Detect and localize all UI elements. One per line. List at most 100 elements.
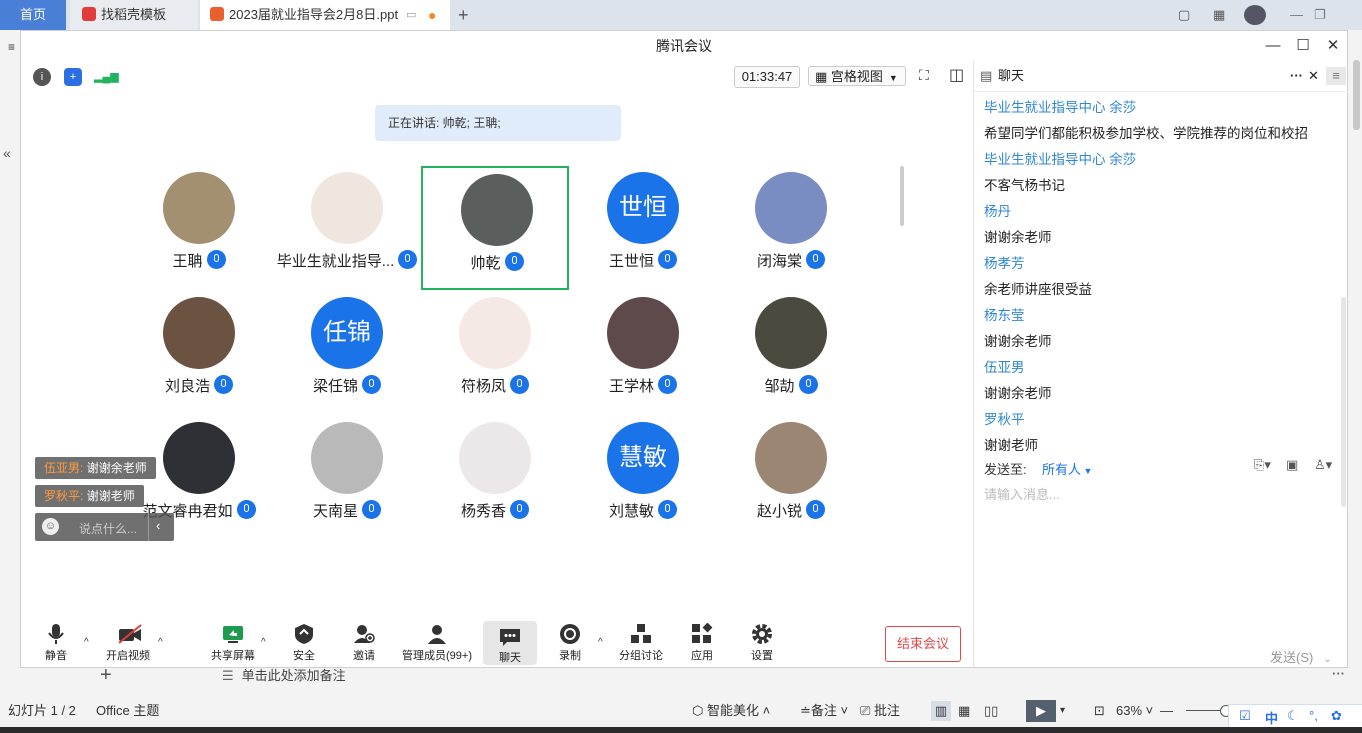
ime-lang[interactable]: 中 [1265, 708, 1278, 727]
zoom-out-icon[interactable]: — [1160, 696, 1173, 726]
chat-message-text: 希望同学们都能积极参加学校、学院推荐的岗位和校招 [984, 126, 1308, 141]
participant-tile[interactable]: 邹劼 [717, 291, 865, 415]
apps-icon [691, 622, 713, 645]
manage-members-button[interactable]: 管理成员(99+) [399, 623, 475, 669]
unsaved-dot-icon: ● [428, 7, 437, 23]
security-button[interactable]: 安全 [289, 623, 319, 669]
tab-ppt[interactable]: 2023届就业指导会2月8日.ppt ▭ ● [200, 0, 450, 30]
video-button[interactable]: 开启视频 [105, 623, 151, 669]
fit-icon[interactable]: ⊡ [1094, 696, 1105, 726]
share-options-caret[interactable]: ^ [261, 637, 266, 648]
more-icon[interactable]: ··· [1290, 61, 1303, 91]
quick-chat-input[interactable]: ☺ 说点什么... ‹ [35, 513, 174, 541]
meeting-minimize-icon[interactable]: — [1258, 31, 1288, 61]
members-icon [426, 623, 448, 645]
float-chat-text: 谢谢余老师 [86, 461, 147, 475]
reading-view-icon[interactable]: ▯▯ [984, 696, 998, 726]
chevron-left-icon[interactable]: ‹ [156, 518, 160, 533]
announce-icon[interactable]: ▣ [1286, 457, 1298, 473]
notes-button[interactable]: ≐备注 ˅ [800, 696, 848, 726]
add-slide-icon[interactable]: + [100, 664, 112, 687]
ime-gear-icon[interactable]: ✿ [1331, 708, 1342, 724]
ime-check-icon[interactable]: ☑ [1239, 708, 1251, 724]
participant-tile[interactable]: 慧敏 刘慧敏 [569, 416, 717, 540]
participant-name-text: 毕业生就业指导... [276, 253, 395, 270]
chat-sender: 杨孝芳 [984, 256, 1025, 271]
meeting-close-icon[interactable]: ✕ [1318, 31, 1348, 61]
chat-scrollbar[interactable] [1341, 297, 1346, 507]
microphone-icon [236, 500, 256, 519]
chat-message-text: 谢谢老师 [984, 438, 1038, 453]
participant-tile[interactable]: 世恒 王世恒 [569, 166, 717, 290]
end-meeting-button[interactable]: 结束会议 [885, 626, 961, 662]
send-button[interactable]: 发送(S) ⌄ [1270, 647, 1332, 666]
participant-tile[interactable]: 王聃 [125, 166, 273, 290]
notes-icon: ☰ [222, 668, 234, 683]
participant-avatar [461, 174, 533, 246]
chat-input[interactable]: 请输入消息... [984, 484, 1060, 503]
taskbar-strip [0, 727, 1362, 733]
play-icon[interactable]: ▶ [1026, 700, 1056, 722]
play-options-caret[interactable]: ▾ [1060, 696, 1065, 726]
chat-menu-icon[interactable]: ≡ [1326, 67, 1346, 85]
chat-close-icon[interactable]: ✕ [1308, 61, 1319, 91]
participant-tile[interactable]: 符杨凤 [421, 291, 569, 415]
ppt-scrollbar[interactable] [1353, 60, 1360, 130]
monitor-icon[interactable]: ▭ [406, 0, 416, 30]
participant-tile[interactable]: 天南星 [273, 416, 421, 540]
restore-icon[interactable]: ❐ [1314, 0, 1326, 30]
participant-tile[interactable]: 杨秀香 [421, 416, 569, 540]
breakout-label: 分组讨论 [619, 650, 663, 662]
grid-scrollbar[interactable] [900, 166, 904, 226]
user-avatar[interactable] [1244, 5, 1266, 25]
record-button[interactable]: 录制 [555, 623, 585, 669]
participant-tile[interactable]: 毕业生就业指导... [273, 166, 421, 290]
breakout-button[interactable]: 分组讨论 [618, 623, 664, 669]
send-to-dropdown[interactable]: 所有人 ▼ [1042, 459, 1092, 478]
notes-placeholder: 单击此处添加备注 [241, 668, 346, 683]
mute-button[interactable]: 静音 [41, 623, 71, 669]
participant-name: 毕业生就业指导... [273, 250, 421, 271]
send-options-icon[interactable]: ⌄ [1323, 654, 1331, 665]
sorter-view-icon[interactable]: ▦ [958, 696, 970, 726]
zoom-dropdown[interactable]: 63% ˅ [1116, 696, 1153, 726]
comments-button[interactable]: ⎚ 批注 [860, 696, 900, 726]
minimize-icon[interactable]: — [1290, 0, 1303, 30]
participant-tile[interactable]: 刘良浩 [125, 291, 273, 415]
apps-button[interactable]: 应用 [687, 622, 717, 669]
participant-avatar [311, 422, 383, 494]
file-icon[interactable]: ⎘▾ [1254, 457, 1271, 473]
notes-area[interactable]: ☰ 单击此处添加备注 [222, 666, 1342, 686]
user-select-icon[interactable]: ♙▾ [1314, 457, 1332, 473]
grid-icon[interactable]: ▦ [1213, 0, 1225, 30]
more-icon[interactable]: ··· [1332, 666, 1345, 681]
invite-button[interactable]: 邀请 [349, 623, 379, 669]
tab-home[interactable]: 首页 [0, 0, 66, 30]
ppt-menu-icon[interactable]: ≡ [8, 40, 15, 54]
participant-tile[interactable]: 帅乾 [421, 166, 569, 290]
collapse-icon[interactable]: « [3, 145, 11, 161]
layout-icon[interactable]: ▢ [1178, 0, 1190, 30]
meeting-maximize-icon[interactable]: ☐ [1288, 31, 1318, 61]
participant-tile[interactable]: 任锦 梁任锦 [273, 291, 421, 415]
beautify-button[interactable]: ⬡ 智能美化 ˄ [692, 696, 770, 726]
mute-label: 静音 [45, 650, 67, 662]
participant-avatar: 慧敏 [607, 422, 679, 494]
participant-tile[interactable]: 王学林 [569, 291, 717, 415]
emoji-icon[interactable]: ☺ [42, 518, 59, 535]
tab-template[interactable]: 找稻壳模板 [70, 0, 198, 30]
mute-options-caret[interactable]: ^ [84, 637, 89, 648]
chat-button[interactable]: 聊天 [483, 621, 537, 665]
participant-tile[interactable]: 闭海棠 [717, 166, 865, 290]
participant-tile[interactable]: 赵小锐 [717, 416, 865, 540]
settings-button[interactable]: 设置 [747, 623, 777, 669]
microphone-icon [362, 375, 381, 394]
share-screen-button[interactable]: 共享屏幕 [210, 623, 256, 669]
video-options-caret[interactable]: ^ [158, 637, 163, 648]
ime-punct-icon[interactable]: °, [1309, 708, 1318, 723]
new-tab-button[interactable]: + [458, 0, 469, 30]
normal-view-icon[interactable]: ▥ [931, 701, 951, 721]
record-options-caret[interactable]: ^ [598, 637, 603, 648]
ime-moon-icon[interactable]: ☾ [1287, 708, 1299, 724]
send-label: 发送(S) [1270, 650, 1314, 665]
